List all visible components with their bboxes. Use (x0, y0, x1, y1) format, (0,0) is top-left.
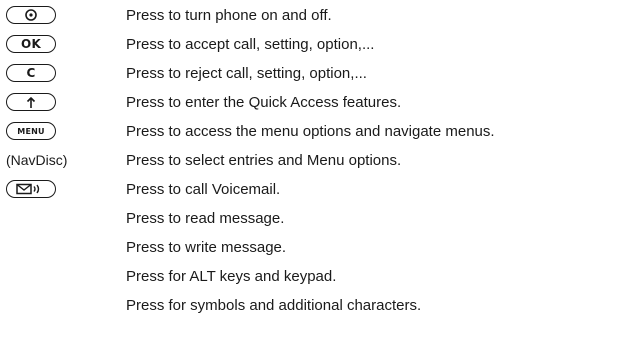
row-description: Press for ALT keys and keypad. (126, 268, 337, 285)
c-key-label: C (26, 66, 36, 80)
row-description: Press to reject call, setting, option,..… (126, 65, 367, 82)
voicemail-key (6, 180, 56, 198)
menu-key: MENU (6, 122, 56, 140)
menu-key-label: MENU (17, 126, 45, 136)
row-description: Press to select entries and Menu options… (126, 152, 402, 169)
row-description: Press to access the menu options and nav… (126, 123, 495, 140)
row-description: Press to read message. (126, 210, 285, 227)
navdisc-label: (NavDisc) (6, 152, 68, 168)
row-description: Press to write message. (126, 239, 287, 256)
row-c: C Press to reject call, setting, option,… (0, 61, 628, 87)
voicemail-icon (16, 183, 46, 195)
row-description: Press for symbols and additional charact… (126, 297, 422, 314)
row-description: Press to accept call, setting, option,..… (126, 36, 375, 53)
row-description: Press to enter the Quick Access features… (126, 94, 402, 111)
row-description: Press to turn phone on and off. (126, 7, 332, 24)
up-arrow-icon (25, 96, 37, 109)
power-key (6, 6, 56, 24)
row-description: Press to call Voicemail. (126, 181, 281, 198)
row-menu: MENU Press to access the menu options an… (0, 119, 628, 145)
row-write-message: Press to write message. (0, 235, 628, 261)
ok-key: OK (6, 35, 56, 53)
row-quick-access: Press to enter the Quick Access features… (0, 90, 628, 116)
row-voicemail: Press to call Voicemail. (0, 177, 628, 203)
row-symbols: Press for symbols and additional charact… (0, 293, 628, 319)
row-alt-keys: Press for ALT keys and keypad. (0, 264, 628, 290)
ok-key-label: OK (20, 37, 42, 51)
row-read-message: Press to read message. (0, 206, 628, 232)
up-arrow-key (6, 93, 56, 111)
row-power: Press to turn phone on and off. (0, 3, 628, 29)
c-key: C (6, 64, 56, 82)
row-navdisc: (NavDisc) Press to select entries and Me… (0, 148, 628, 174)
row-ok: OK Press to accept call, setting, option… (0, 32, 628, 58)
power-icon (24, 8, 38, 22)
